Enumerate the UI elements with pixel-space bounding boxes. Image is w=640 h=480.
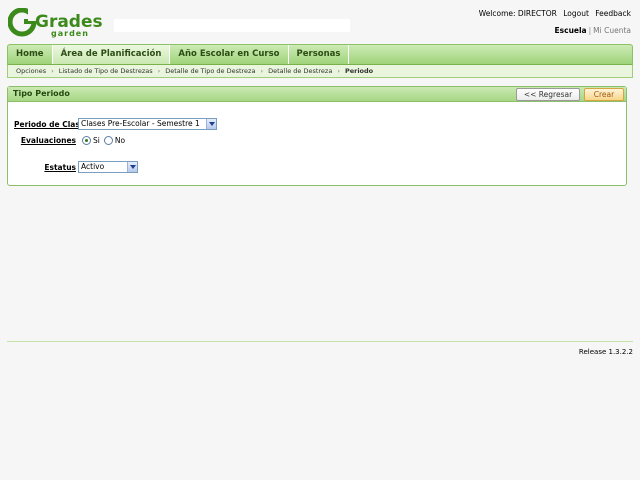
tab-people[interactable]: Personas [289,45,350,64]
logout-link[interactable]: Logout [563,9,589,18]
evaluations-radio-group: Si No [82,136,129,145]
release-version: Release 1.3.2.2 [578,348,633,356]
link-separator: | [588,26,592,35]
user-links: Welcome: DIRECTOR Logout Feedback [475,9,631,18]
status-label: Estatus [44,163,76,172]
evaluations-yes-radio[interactable] [82,136,91,145]
class-period-label: Periodo de Clase [14,120,85,129]
breadcrumb-separator: › [260,67,264,75]
grades-garden-logo[interactable]: Grades garden [8,8,108,38]
feedback-link[interactable]: Feedback [595,9,631,18]
breadcrumb-item-skill-detail[interactable]: Detalle de Destreza [268,67,332,75]
tab-home[interactable]: Home [8,45,53,64]
evaluations-yes-label: Si [93,136,100,145]
back-button[interactable]: << Regresar [516,88,580,101]
welcome-text: Welcome: DIRECTOR [478,9,557,18]
school-links: Escuela | Mi Cuenta [555,26,631,35]
breadcrumb-item-skill-type-list[interactable]: Listado de Tipo de Destrezas [59,67,153,75]
status-value: Activo [81,162,105,171]
tab-planning-area[interactable]: Área de Planificación [52,45,171,64]
school-link[interactable]: Escuela [555,26,587,35]
create-button[interactable]: Crear [584,88,624,101]
breadcrumb: Opciones › Listado de Tipo de Destrezas › De… [7,64,633,78]
panel-title: Tipo Periodo [13,89,70,98]
tab-current-school-year[interactable]: Año Escolar en Curso [170,45,289,64]
breadcrumb-item-skill-type-detail[interactable]: Detalle de Tipo de Destreza [165,67,255,75]
main-menu: Home Área de Planificación Año Escolar e… [7,44,633,64]
status-select[interactable]: Activo [78,161,138,173]
breadcrumb-separator: › [157,67,161,75]
breadcrumb-item-options[interactable]: Opciones [16,67,46,75]
period-type-panel: Tipo Periodo << Regresar Crear Periodo d… [7,86,627,186]
logo-subtext: garden [51,29,89,38]
footer-divider [7,341,633,342]
evaluations-no-radio[interactable] [103,136,113,145]
evaluations-label: Evaluaciones [20,136,76,145]
evaluations-no-label: No [114,136,126,145]
chevron-down-icon[interactable] [127,162,137,172]
breadcrumb-current: Periodo [344,67,374,75]
header-banner-strip [114,19,350,32]
breadcrumb-separator: › [51,67,54,75]
panel-header: Tipo Periodo << Regresar Crear [8,87,626,102]
my-account-link[interactable]: Mi Cuenta [593,26,631,35]
breadcrumb-separator: › [337,67,340,75]
class-period-select[interactable]: Clases Pre-Escolar - Semestre 1 [78,118,217,130]
class-period-value: Clases Pre-Escolar - Semestre 1 [81,119,200,128]
chevron-down-icon[interactable] [206,119,216,129]
